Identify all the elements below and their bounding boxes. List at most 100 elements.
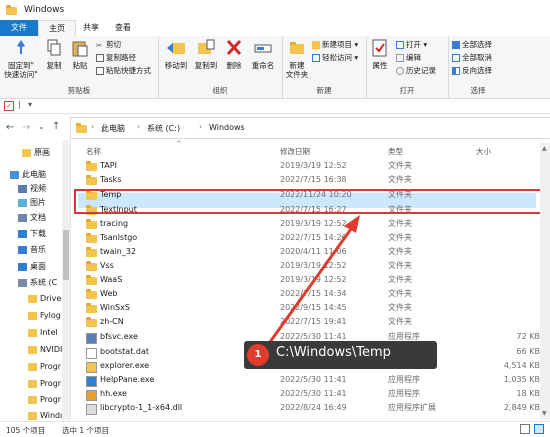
open-label: 打开 ▾ xyxy=(406,40,428,49)
nav-scrollbar[interactable] xyxy=(62,140,70,420)
forward-icon[interactable]: → xyxy=(22,122,30,133)
nav-scrollbar-thumb[interactable] xyxy=(63,230,69,280)
clipboard-group-label: 剪贴板 xyxy=(67,86,91,95)
new-folder-button[interactable]: 新建 文件夹 xyxy=(284,39,310,79)
column-name[interactable]: 名称 xyxy=(86,146,101,157)
copy-button[interactable]: 复制 xyxy=(42,39,66,70)
large-icons-view-icon[interactable] xyxy=(534,424,544,434)
new-item-button[interactable]: 新建项目 ▾ xyxy=(312,40,358,50)
rename-label: 重命名 xyxy=(251,61,275,70)
up-icon[interactable]: ↑ xyxy=(52,121,60,132)
file-size: 4,514 KB xyxy=(503,361,540,370)
address-folder-icon xyxy=(76,123,87,133)
select-all-button[interactable]: 全部选择 xyxy=(452,40,492,50)
copy-path-button[interactable]: 复制路径 xyxy=(96,53,136,63)
move-to-button[interactable]: 移动到 xyxy=(162,39,190,70)
column-type[interactable]: 类型 xyxy=(388,146,403,157)
dat-file-icon xyxy=(86,348,97,359)
folder-icon xyxy=(28,294,37,303)
file-type: 文件夹 xyxy=(388,233,412,242)
invert-selection-label: 反向选择 xyxy=(462,66,492,75)
file-date: 2022/7/15 16:38 xyxy=(280,175,347,184)
drive-icon xyxy=(18,278,27,287)
folder-icon xyxy=(86,261,97,271)
breadcrumb-this-pc[interactable]: 此电脑 xyxy=(101,123,125,134)
delete-button[interactable]: 删除 xyxy=(222,39,246,70)
desktop-icon xyxy=(18,262,27,271)
tab-share[interactable]: 共享 xyxy=(76,20,106,36)
file-size: 1,035 KB xyxy=(503,375,540,384)
invert-selection-icon xyxy=(452,67,460,75)
organize-group: 移动到 复制到 删除 重命名 组织 xyxy=(158,36,283,98)
paste-shortcut-button[interactable]: 粘贴快捷方式 xyxy=(96,66,151,76)
new-folder-label: 新建 文件夹 xyxy=(285,61,309,79)
hh-file-icon xyxy=(86,390,97,401)
new-item-icon xyxy=(312,41,320,49)
folder-icon xyxy=(28,379,37,388)
history-button[interactable]: 历史记录 xyxy=(396,66,436,76)
folder-icon xyxy=(86,289,97,299)
file-type: 应用程序 xyxy=(388,375,420,384)
address-bar[interactable]: › 此电脑 › 系统 (C:) › Windows xyxy=(70,117,550,139)
select-all-label: 全部选择 xyxy=(462,40,492,49)
file-type: 文件夹 xyxy=(388,303,412,312)
paste-button[interactable]: 粘贴 xyxy=(68,39,92,70)
file-row[interactable]: hh.exe 2022/5/30 11:41 应用程序 18 KB xyxy=(72,387,540,401)
pc-icon xyxy=(10,170,19,179)
tab-home[interactable]: 主页 xyxy=(38,20,76,37)
new-group: 新建 文件夹 新建项目 ▾ 轻松访问 ▾ 新建 xyxy=(282,36,367,98)
edit-icon xyxy=(396,54,404,62)
window-title: Windows xyxy=(24,5,65,15)
file-list-scrollbar[interactable]: ▲ ▼ xyxy=(540,143,550,420)
breadcrumb-windows[interactable]: Windows xyxy=(209,123,245,132)
customize-toolbar-icon[interactable]: ▾ xyxy=(28,100,32,109)
video-icon xyxy=(18,184,27,193)
music-icon xyxy=(18,245,27,254)
properties-button[interactable]: 属性 xyxy=(368,39,392,70)
breadcrumb-drive-c[interactable]: 系统 (C:) xyxy=(147,123,180,134)
copy-to-button[interactable]: 复制到 xyxy=(192,39,220,70)
checkbox-icon[interactable]: ✓ xyxy=(4,101,14,111)
title-bar: Windows xyxy=(0,0,550,20)
copy-label: 复制 xyxy=(46,61,62,70)
move-to-label: 移动到 xyxy=(164,61,188,70)
recent-locations-icon[interactable]: ⌄ xyxy=(38,122,45,131)
copy-icon xyxy=(47,39,61,56)
tab-view[interactable]: 查看 xyxy=(108,20,138,36)
file-row[interactable]: TAPI 2019/3/19 12:52 文件夹 xyxy=(72,159,540,173)
invert-selection-button[interactable]: 反向选择 xyxy=(452,66,492,76)
scroll-up-icon[interactable]: ▲ xyxy=(542,145,547,152)
select-none-button[interactable]: 全部取消 xyxy=(452,53,492,63)
pin-label: 固定到" 快速访问" xyxy=(4,61,38,79)
move-to-icon xyxy=(167,43,185,54)
back-icon[interactable]: ← xyxy=(6,122,14,133)
file-name: HelpPane.exe xyxy=(100,375,155,384)
edit-button[interactable]: 编辑 xyxy=(396,53,421,63)
file-row[interactable]: HelpPane.exe 2022/5/30 11:41 应用程序 1,035 KB xyxy=(72,373,540,387)
easy-access-icon xyxy=(312,54,320,62)
file-row[interactable]: libcrypto-1_1-x64.dll 2022/8/24 16:49 应用程序… xyxy=(72,401,540,415)
nav-item-label: 视频 xyxy=(30,184,46,193)
toolbar-dropdown-icon[interactable]: | xyxy=(18,100,21,109)
scissors-icon: ✂ xyxy=(96,41,103,50)
folder-icon xyxy=(86,175,97,185)
cut-button[interactable]: ✂ 剪切 xyxy=(96,40,121,50)
nav-item-label: 桌面 xyxy=(30,262,46,271)
column-size[interactable]: 大小 xyxy=(476,146,491,157)
tab-file[interactable]: 文件 xyxy=(0,20,38,36)
scroll-down-icon[interactable]: ▼ xyxy=(542,410,547,417)
open-button[interactable]: 打开 ▾ xyxy=(396,40,427,50)
details-view-icon[interactable] xyxy=(520,424,530,434)
help-file-icon xyxy=(86,376,97,387)
copy-to-label: 复制到 xyxy=(194,61,218,70)
nav-item-label: Progr xyxy=(40,395,62,404)
folder-icon xyxy=(28,345,37,354)
file-type: 文件夹 xyxy=(388,219,412,228)
file-name: zh-CN xyxy=(100,317,124,326)
column-date[interactable]: 修改日期 xyxy=(280,146,310,157)
open-icon xyxy=(396,41,404,49)
rename-button[interactable]: 重命名 xyxy=(248,39,278,70)
easy-access-button[interactable]: 轻松访问 ▾ xyxy=(312,53,358,63)
pin-quick-access-button[interactable]: 固定到" 快速访问" xyxy=(2,39,40,79)
file-row[interactable]: Tasks 2022/7/15 16:38 文件夹 xyxy=(72,173,540,187)
